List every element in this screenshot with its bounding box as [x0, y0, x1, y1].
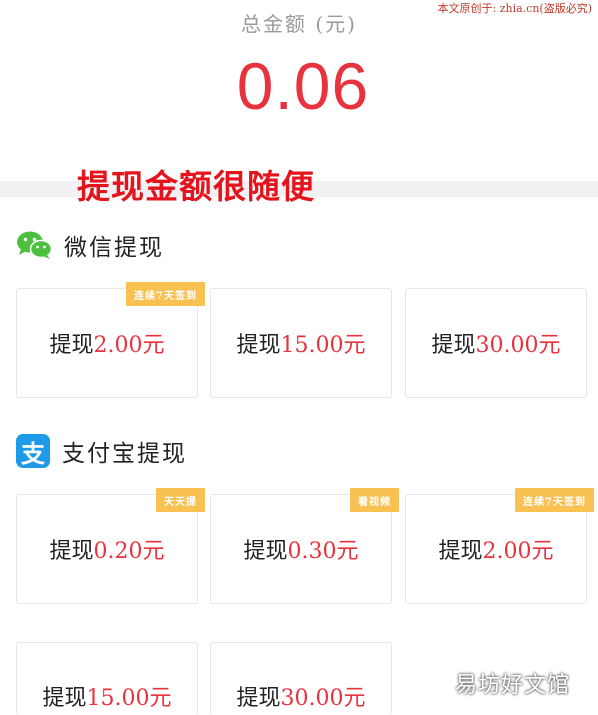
option-label: 提现0.30元 — [243, 539, 359, 564]
alipay-withdraw-option-5[interactable]: 提现30.00元 — [210, 642, 392, 715]
option-label: 提现0.20元 — [49, 539, 165, 564]
wechat-withdraw-option-1[interactable]: 连续7天签到 提现2.00元 — [16, 282, 205, 398]
promo-overlay-text: 提现金额很随便 — [77, 167, 315, 206]
option-badge: 连续7天签到 — [515, 488, 594, 512]
alipay-section-header: 支 支付宝提现 — [16, 434, 187, 468]
alipay-icon: 支 — [16, 434, 50, 468]
wechat-icon — [16, 230, 53, 260]
option-label: 提现30.00元 — [236, 686, 366, 711]
option-label: 提现15.00元 — [42, 686, 172, 711]
option-label: 提现15.00元 — [236, 333, 366, 358]
wechat-withdraw-option-2[interactable]: 提现15.00元 — [210, 288, 392, 398]
option-label: 提现2.00元 — [438, 539, 554, 564]
wechat-withdraw-option-3[interactable]: 提现30.00元 — [405, 288, 587, 398]
option-badge: 看视频 — [350, 488, 399, 512]
option-badge: 连续7天签到 — [126, 282, 205, 306]
total-amount-label: 总金额 (元) — [241, 12, 357, 36]
wechat-section-title: 微信提现 — [64, 235, 164, 261]
option-badge: 天天提 — [156, 488, 205, 512]
alipay-withdraw-option-4[interactable]: 提现15.00元 — [16, 642, 198, 715]
alipay-section-title: 支付宝提现 — [62, 441, 187, 467]
option-label: 提现2.00元 — [49, 333, 165, 358]
alipay-withdraw-option-2[interactable]: 看视频 提现0.30元 — [210, 488, 399, 604]
option-label: 提现30.00元 — [431, 333, 561, 358]
total-amount-value: 0.06 — [236, 49, 370, 123]
alipay-withdraw-option-3[interactable]: 连续7天签到 提现2.00元 — [405, 488, 594, 604]
site-watermark: 易坊好文馆 — [454, 673, 570, 698]
alipay-withdraw-option-1[interactable]: 天天提 提现0.20元 — [16, 488, 205, 604]
wechat-section-header: 微信提现 — [16, 228, 164, 262]
